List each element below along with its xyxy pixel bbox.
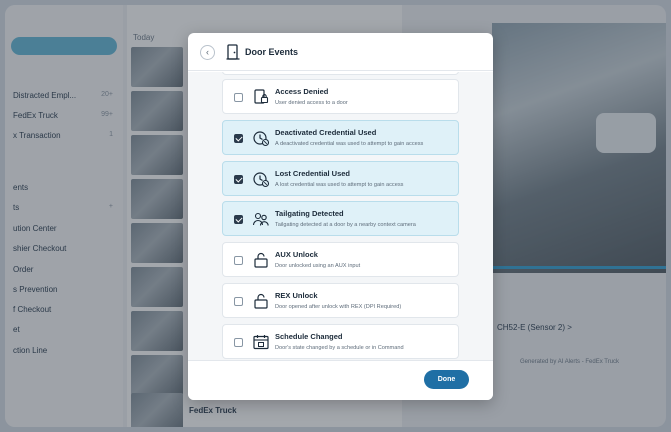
checkbox[interactable]: [234, 93, 243, 102]
event-item-schedule-changed[interactable]: Schedule Changed Door's state changed by…: [222, 324, 459, 359]
event-item-tailgating[interactable]: Tailgating Detected Tailgating detected …: [222, 201, 459, 236]
calendar-icon: [253, 335, 269, 350]
event-description: Tailgating detected at a door by a nearb…: [275, 222, 416, 228]
unlock-icon: [254, 293, 268, 309]
checkbox[interactable]: [234, 215, 243, 224]
event-title: REX Unlock: [275, 291, 318, 300]
event-description: User denied access to a door: [275, 100, 348, 106]
people-icon: [252, 212, 269, 226]
checkbox[interactable]: [234, 297, 243, 306]
unlock-icon: [254, 252, 268, 268]
event-title: Schedule Changed: [275, 332, 343, 341]
event-list[interactable]: Access Denied User denied access to a do…: [188, 72, 493, 360]
event-description: Door unlocked using an AUX input: [275, 263, 361, 269]
event-item-deactivated-credential[interactable]: Deactivated Credential Used A deactivate…: [222, 120, 459, 155]
door-icon: [226, 44, 240, 60]
event-description: A deactivated credential was used to att…: [275, 141, 424, 147]
checkbox[interactable]: [234, 256, 243, 265]
modal-header: ‹ Door Events: [188, 33, 493, 71]
event-title: AUX Unlock: [275, 250, 318, 259]
chevron-left-icon: ‹: [206, 47, 209, 57]
door-events-modal: ‹ Door Events Access Denied User denied …: [188, 33, 493, 400]
event-title: Deactivated Credential Used: [275, 128, 377, 137]
event-description: A lost credential was used to attempt to…: [275, 182, 404, 188]
event-item-lost-credential[interactable]: Lost Credential Used A lost credential w…: [222, 161, 459, 196]
event-item-aux-unlock[interactable]: AUX Unlock Door unlocked using an AUX in…: [222, 242, 459, 277]
event-item-access-denied[interactable]: Access Denied User denied access to a do…: [222, 79, 459, 114]
modal-title: Door Events: [245, 47, 299, 57]
checkbox[interactable]: [234, 175, 243, 184]
event-description: Door opened after unlock with REX (DPI R…: [275, 304, 402, 310]
list-item-partial: [222, 72, 459, 75]
checkbox[interactable]: [234, 134, 243, 143]
event-title: Tailgating Detected: [275, 209, 344, 218]
done-button[interactable]: Done: [424, 370, 469, 389]
event-item-rex-unlock[interactable]: REX Unlock Door opened after unlock with…: [222, 283, 459, 318]
door-lock-icon: [254, 89, 269, 104]
credential-clock-icon: [253, 172, 270, 188]
event-title: Access Denied: [275, 87, 329, 96]
event-description: Door's state changed by a schedule or in…: [275, 345, 404, 351]
modal-footer: Done: [188, 360, 493, 400]
back-button[interactable]: ‹: [200, 45, 215, 60]
event-title: Lost Credential Used: [275, 169, 351, 178]
credential-clock-icon: [253, 131, 270, 147]
checkbox[interactable]: [234, 338, 243, 347]
